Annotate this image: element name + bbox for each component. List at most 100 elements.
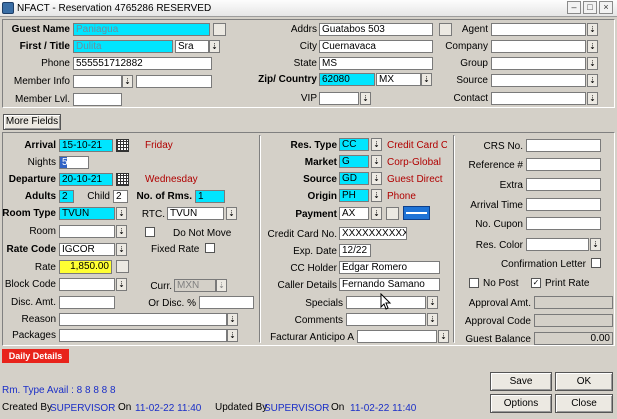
no-post-checkbox[interactable] xyxy=(469,278,479,288)
specials-dropdown-arrow[interactable]: ⇣ xyxy=(427,296,438,309)
caller-details-input[interactable]: Fernando Samano xyxy=(339,278,440,291)
updated-on-label: On xyxy=(331,402,345,413)
company-input[interactable] xyxy=(491,40,586,53)
fixed-rate-checkbox[interactable] xyxy=(205,243,215,253)
maximize-button[interactable]: □ xyxy=(583,1,597,14)
arrival-input[interactable]: 15-10-21 xyxy=(59,139,113,152)
state-input[interactable]: MS xyxy=(319,57,433,70)
rate-code-dropdown-arrow[interactable]: ⇣ xyxy=(116,243,127,256)
market-desc: Corp-Global xyxy=(387,157,441,168)
adults-input[interactable]: 2 xyxy=(59,190,74,203)
nights-input[interactable]: 5 xyxy=(59,156,89,169)
currency-input[interactable]: MXN xyxy=(174,279,216,292)
city-input[interactable]: Cuernavaca xyxy=(319,40,433,53)
source-dropdown-arrow[interactable]: ⇣ xyxy=(371,172,382,185)
reference-input[interactable] xyxy=(526,158,601,171)
first-name-input[interactable]: Dulita xyxy=(73,40,173,53)
comments-input[interactable] xyxy=(346,313,426,326)
cc-holder-input[interactable]: Edgar Romero xyxy=(339,261,440,274)
title-select[interactable]: Sra xyxy=(175,40,209,53)
facturar-input[interactable] xyxy=(357,330,437,343)
departure-calendar-icon[interactable] xyxy=(116,173,129,186)
reason-input[interactable] xyxy=(59,313,227,326)
res-type-input[interactable]: CC xyxy=(339,138,369,151)
departure-input[interactable]: 20-10-21 xyxy=(59,173,113,186)
member-type-input[interactable] xyxy=(73,75,122,88)
currency-dropdown-arrow[interactable]: ⇣ xyxy=(216,279,227,292)
member-number-input[interactable] xyxy=(136,75,212,88)
comments-dropdown-arrow[interactable]: ⇣ xyxy=(427,313,438,326)
contact-dropdown-arrow[interactable]: ⇣ xyxy=(587,92,598,105)
zip-input[interactable]: 62080 xyxy=(319,73,375,86)
payment-dropdown-arrow[interactable]: ⇣ xyxy=(371,207,382,220)
phone-input[interactable]: 555551712882 xyxy=(73,57,212,70)
extra-input[interactable] xyxy=(526,178,601,191)
packages-input[interactable] xyxy=(59,329,227,342)
company-dropdown-arrow[interactable]: ⇣ xyxy=(587,40,598,53)
confirmation-letter-checkbox[interactable] xyxy=(591,258,601,268)
room-dropdown-arrow[interactable]: ⇣ xyxy=(116,225,127,238)
member-type-dropdown[interactable]: ⇣ xyxy=(122,75,133,88)
disc-amt-input[interactable] xyxy=(59,296,115,309)
save-button[interactable]: Save xyxy=(490,372,552,391)
rate-input[interactable]: 1,850.00 xyxy=(59,260,112,274)
group-input[interactable] xyxy=(491,57,586,70)
block-code-dropdown-arrow[interactable]: ⇣ xyxy=(116,278,127,291)
rtc-dropdown-arrow[interactable]: ⇣ xyxy=(226,207,237,220)
guest-name-input[interactable]: Paniagua xyxy=(73,23,210,36)
no-of-rooms-input[interactable]: 1 xyxy=(195,190,225,203)
no-cupon-input[interactable] xyxy=(526,217,601,230)
origin-input[interactable]: PH xyxy=(339,189,369,202)
payment-input[interactable]: AX xyxy=(339,207,369,220)
credit-card-icon[interactable] xyxy=(403,206,430,220)
group-dropdown-arrow[interactable]: ⇣ xyxy=(587,57,598,70)
res-color-dropdown-arrow[interactable]: ⇣ xyxy=(590,238,601,251)
room-type-dropdown-arrow[interactable]: ⇣ xyxy=(116,207,127,220)
rate-code-input[interactable]: IGCOR xyxy=(59,243,115,256)
reason-dropdown-arrow[interactable]: ⇣ xyxy=(227,313,238,326)
agent-dropdown-arrow[interactable]: ⇣ xyxy=(587,23,598,36)
member-level-input[interactable] xyxy=(73,93,122,106)
source-profile-dropdown-arrow[interactable]: ⇣ xyxy=(587,74,598,87)
res-type-dropdown-arrow[interactable]: ⇣ xyxy=(371,138,382,151)
print-rate-checkbox[interactable]: ✓ xyxy=(531,278,541,288)
source-profile-input[interactable] xyxy=(491,74,586,87)
rtc-input[interactable]: TVUN xyxy=(167,207,224,220)
do-not-move-checkbox[interactable] xyxy=(145,227,155,237)
vip-input[interactable] xyxy=(319,92,359,105)
source-input[interactable]: GD xyxy=(339,172,369,185)
rate-info-button[interactable] xyxy=(116,260,129,273)
close-button[interactable]: Close xyxy=(555,394,613,413)
minimize-button[interactable]: – xyxy=(567,1,581,14)
block-code-input[interactable] xyxy=(59,278,115,291)
country-dropdown-arrow[interactable]: ⇣ xyxy=(421,73,432,86)
contact-input[interactable] xyxy=(491,92,586,105)
options-button[interactable]: Options xyxy=(490,394,552,413)
origin-dropdown-arrow[interactable]: ⇣ xyxy=(371,189,382,202)
arrival-calendar-icon[interactable] xyxy=(116,139,129,152)
exp-date-input[interactable]: 12/22 xyxy=(339,244,371,257)
child-input[interactable]: 2 xyxy=(113,190,128,203)
room-input[interactable] xyxy=(59,225,115,238)
more-fields-button[interactable]: More Fields xyxy=(3,114,61,130)
packages-dropdown-arrow[interactable]: ⇣ xyxy=(227,329,238,342)
market-input[interactable]: G xyxy=(339,155,369,168)
res-color-input[interactable] xyxy=(526,238,589,251)
credit-card-no-input[interactable]: XXXXXXXXXXXX xyxy=(339,227,407,240)
daily-details-tab[interactable]: Daily Details xyxy=(2,349,69,363)
country-input[interactable]: MX xyxy=(376,73,421,86)
disc-percent-input[interactable] xyxy=(199,296,254,309)
ok-button[interactable]: OK xyxy=(555,372,613,391)
facturar-dropdown-arrow[interactable]: ⇣ xyxy=(438,330,449,343)
close-window-button[interactable]: × xyxy=(599,1,613,14)
crs-no-input[interactable] xyxy=(526,139,601,152)
market-dropdown-arrow[interactable]: ⇣ xyxy=(371,155,382,168)
arrival-time-input[interactable] xyxy=(526,198,601,211)
agent-input[interactable] xyxy=(491,23,586,36)
title-dropdown-arrow[interactable]: ⇣ xyxy=(209,40,220,53)
guest-search-button[interactable] xyxy=(213,23,226,36)
room-type-input[interactable]: TVUN xyxy=(59,207,115,220)
payment-more-button[interactable] xyxy=(386,207,399,220)
vip-dropdown-arrow[interactable]: ⇣ xyxy=(360,92,371,105)
address-input[interactable]: Guatabos 503 xyxy=(319,23,433,36)
